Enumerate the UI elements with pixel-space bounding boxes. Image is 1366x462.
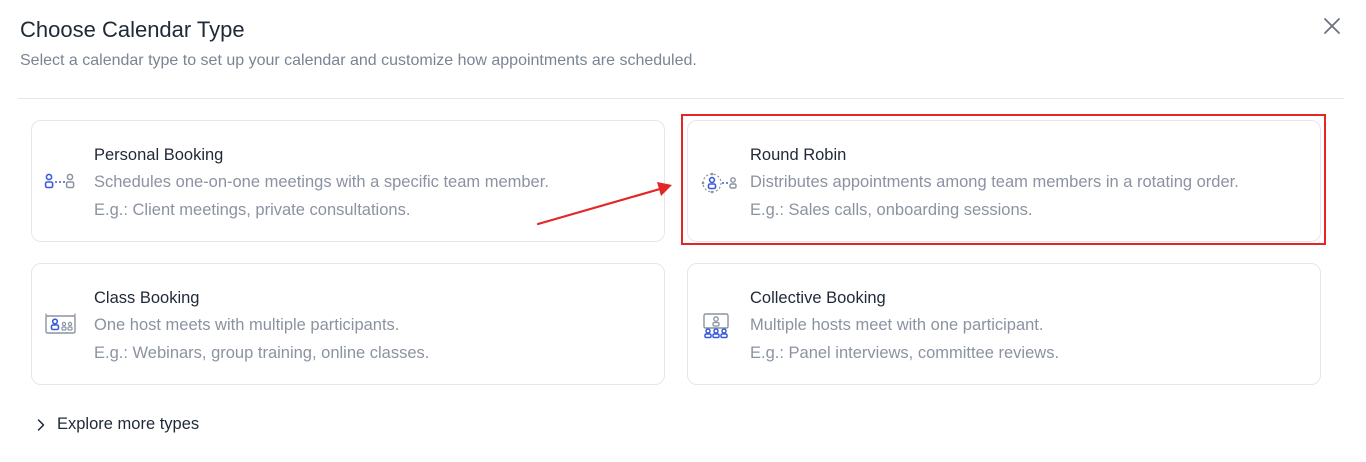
card-example: E.g.: Sales calls, onboarding sessions. [750,201,1033,219]
card-description: Multiple hosts meet with one participant… [750,316,1044,334]
card-description: Schedules one-on-one meetings with a spe… [94,173,549,191]
card-title: Collective Booking [750,289,886,307]
card-title: Class Booking [94,289,200,307]
close-icon[interactable] [1320,14,1344,38]
card-example: E.g.: Panel interviews, committee review… [750,344,1060,362]
modal-subtitle: Select a calendar type to set up your ca… [20,52,697,69]
chevron-right-icon [37,418,45,431]
card-round-robin[interactable]: Round Robin Distributes appointments amo… [687,120,1321,242]
collective-icon [700,313,732,339]
choose-calendar-type-modal: Choose Calendar Type Select a calendar t… [0,0,1366,462]
card-example: E.g.: Client meetings, private consultat… [94,201,411,219]
card-collective-booking[interactable]: Collective Booking Multiple hosts meet w… [687,263,1321,385]
header-divider [18,98,1344,99]
explore-more-types-link[interactable]: Explore more types [34,415,199,434]
card-title: Round Robin [750,146,847,164]
card-class-booking[interactable]: Class Booking One host meets with multip… [31,263,665,385]
round-robin-icon [700,170,737,194]
one-to-one-icon [44,170,76,194]
modal-title: Choose Calendar Type [20,17,245,42]
card-description: Distributes appointments among team memb… [750,173,1239,191]
card-example: E.g.: Webinars, group training, online c… [94,344,430,362]
explore-label: Explore more types [57,415,200,433]
card-description: One host meets with multiple participant… [94,316,400,334]
class-icon [44,313,76,337]
card-title: Personal Booking [94,146,224,164]
card-personal-booking[interactable]: Personal Booking Schedules one-on-one me… [31,120,665,242]
